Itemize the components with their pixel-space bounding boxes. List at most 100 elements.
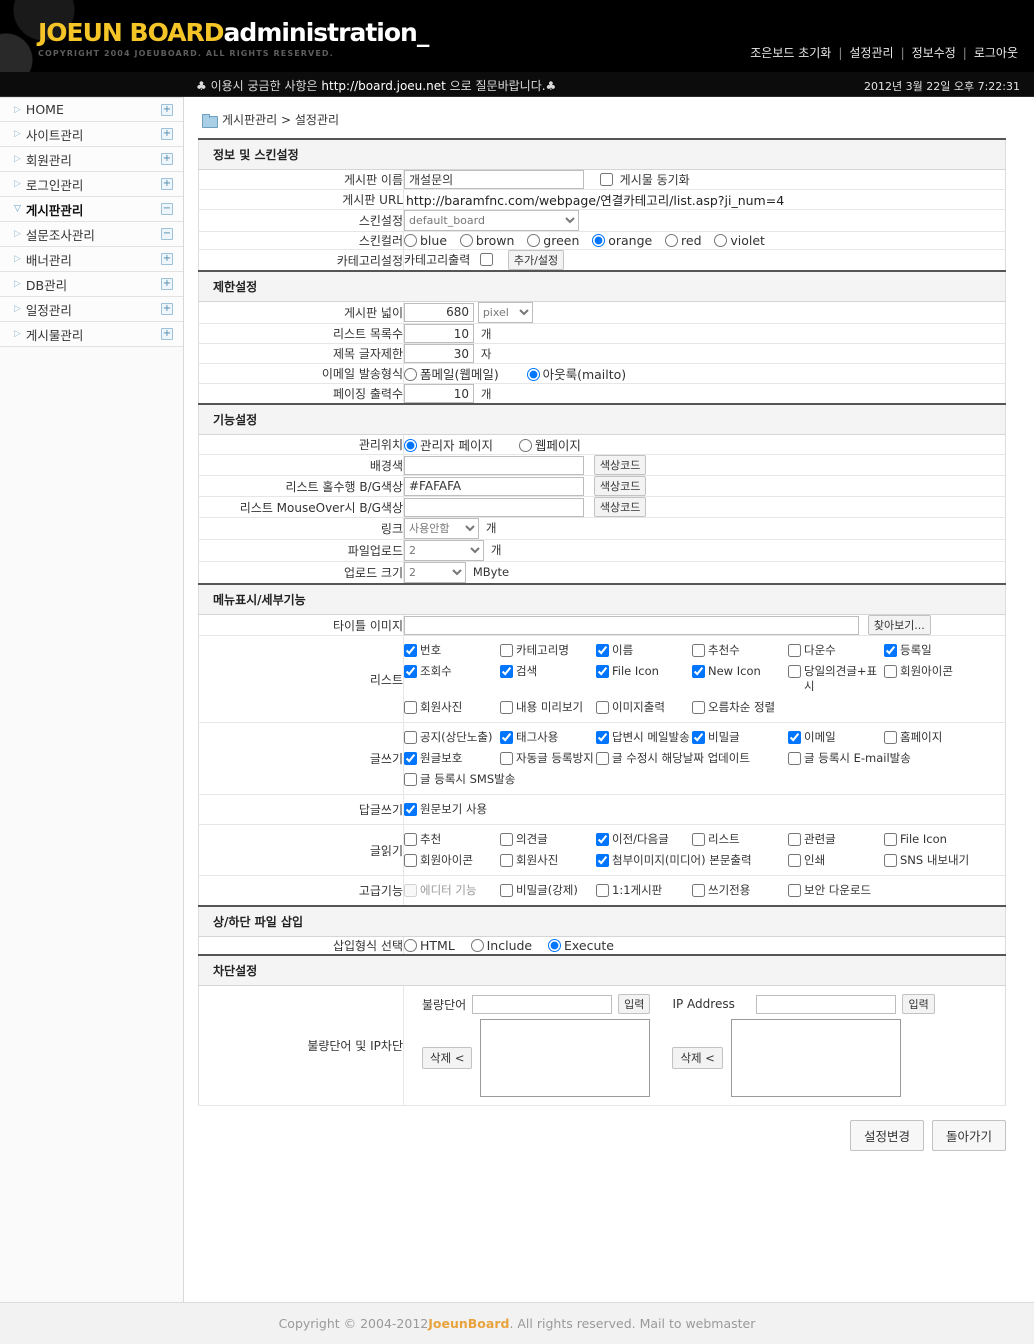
bad-word-add-button[interactable]: 입력 [618,994,651,1014]
mail-type-radio-mailto[interactable] [526,368,540,381]
insert-type-option-execute[interactable]: Execute [547,938,614,953]
nav-link-reset[interactable]: 조은보드 초기화 [750,46,831,60]
list-checkbox-file-icon[interactable] [596,665,609,678]
expand-toggle-icon[interactable]: + [161,128,173,140]
read-checkbox-file-icon[interactable] [884,833,897,846]
board-width-unit-select[interactable]: pixel [477,302,533,323]
reply-checkbox-original-view[interactable] [404,803,417,816]
list-option-name[interactable]: 이름 [596,640,692,661]
ip-delete-button[interactable]: 삭제 < [672,1047,723,1069]
read-checkbox-list[interactable] [692,833,705,846]
list-option-download[interactable]: 다운수 [788,640,884,661]
insert-type-radio-include[interactable] [470,939,484,952]
write-checkbox-sms-send[interactable] [404,773,417,786]
read-checkbox-prev-next[interactable] [596,833,609,846]
write-option-secret[interactable]: 비밀글 [692,727,788,748]
skin-color-option-green[interactable]: green [527,233,579,248]
list-option-image-output[interactable]: 이미지출력 [596,697,692,718]
sidebar-item-db[interactable]: ▷ DB관리 + [0,272,183,297]
expand-toggle-icon[interactable]: + [161,178,173,190]
advanced-checkbox-write-only[interactable] [692,884,705,897]
skin-color-option-red[interactable]: red [665,233,702,248]
sidebar-item-board[interactable]: ▽ 게시판관리 − [0,197,183,222]
read-option-attach-image[interactable]: 첨부이미지(미디어) 본문출력 [596,850,788,871]
title-image-input[interactable] [404,615,859,635]
list-checkbox-category[interactable] [500,644,513,657]
list-option-number[interactable]: 번호 [404,640,500,661]
sidebar-item-survey[interactable]: ▷ 설문조사관리 − [0,222,183,247]
skin-color-radio-blue[interactable] [404,234,417,247]
list-checkbox-today-comment[interactable] [788,665,801,678]
admin-position-option-web[interactable]: 웹페이지 [518,438,581,453]
bgcolor-input[interactable] [404,455,584,475]
sidebar-item-banner[interactable]: ▷ 배너관리 + [0,247,183,272]
sidebar-item-site[interactable]: ▷ 사이트관리 + [0,122,183,147]
file-upload-select[interactable]: 2 [404,540,484,561]
write-option-homepage[interactable]: 홈페이지 [884,727,980,748]
notice-url[interactable]: http://board.joeu.net [321,79,445,93]
mouseover-bg-input[interactable] [404,497,584,517]
read-checkbox-attach-image[interactable] [596,854,609,867]
list-option-file-icon[interactable]: File Icon [596,661,692,697]
write-option-antispam[interactable]: 자동글 등록방지 [500,748,596,769]
read-checkbox-member-photo[interactable] [500,854,513,867]
write-option-protect[interactable]: 원글보호 [404,748,500,769]
expand-toggle-icon[interactable]: + [161,303,173,315]
admin-position-radio-admin[interactable] [404,439,417,452]
nav-link-logout[interactable]: 로그아웃 [974,46,1018,60]
reply-option-original-view[interactable]: 원문보기 사용 [404,799,596,820]
sidebar-item-member[interactable]: ▷ 회원관리 + [0,147,183,172]
mail-type-option-mailto[interactable]: 아웃룩(mailto) [526,367,626,382]
list-checkbox-member-icon[interactable] [884,665,897,678]
expand-toggle-icon[interactable]: + [161,153,173,165]
read-option-print[interactable]: 인쇄 [788,850,884,871]
advanced-option-one-to-one[interactable]: 1:1게시판 [596,880,692,901]
bad-word-delete-button[interactable]: 삭제 < [422,1047,473,1069]
expand-toggle-icon[interactable]: + [161,278,173,290]
odd-row-bg-input[interactable] [404,476,584,496]
advanced-option-write-only[interactable]: 쓰기전용 [692,880,788,901]
ip-address-input[interactable] [756,994,897,1014]
skin-color-radio-violet[interactable] [714,234,728,247]
read-option-recommend[interactable]: 추천 [404,829,500,850]
list-checkbox-preview[interactable] [500,701,513,714]
write-checkbox-email-send[interactable] [788,752,801,765]
list-checkbox-views[interactable] [404,665,417,678]
advanced-checkbox-editor[interactable] [404,884,417,897]
collapse-toggle-icon[interactable]: − [161,203,173,215]
read-option-member-icon[interactable]: 회원아이콘 [404,850,500,871]
write-option-notice[interactable]: 공지(상단노출) [404,727,500,748]
write-checkbox-homepage[interactable] [884,731,897,744]
skin-color-radio-green[interactable] [527,234,541,247]
insert-type-radio-execute[interactable] [547,939,561,952]
list-checkbox-date[interactable] [884,644,897,657]
read-checkbox-sns[interactable] [884,854,897,867]
title-image-browse-button[interactable]: 찾아보기... [867,615,931,635]
list-option-views[interactable]: 조회수 [404,661,500,697]
insert-type-option-include[interactable]: Include [470,938,532,953]
skin-color-option-brown[interactable]: brown [459,233,514,248]
write-option-email[interactable]: 이메일 [788,727,884,748]
write-checkbox-reply-mail[interactable] [596,731,609,744]
list-checkbox-new-icon[interactable] [692,665,705,678]
list-checkbox-ascending[interactable] [692,701,705,714]
read-checkbox-comment[interactable] [500,833,513,846]
read-option-comment[interactable]: 의견글 [500,829,596,850]
list-option-new-icon[interactable]: New Icon [692,661,788,697]
skin-color-option-violet[interactable]: violet [714,233,765,248]
skin-color-radio-orange[interactable] [592,234,606,247]
admin-position-radio-web[interactable] [518,439,532,452]
list-option-ascending[interactable]: 오름차순 정렬 [692,697,884,718]
write-checkbox-email[interactable] [788,731,801,744]
odd-row-bg-picker-button[interactable]: 색상코드 [593,476,647,496]
list-checkbox-number[interactable] [404,644,417,657]
back-button[interactable]: 돌아가기 [931,1120,1006,1151]
read-option-related[interactable]: 관련글 [788,829,884,850]
list-checkbox-recommend[interactable] [692,644,705,657]
write-checkbox-notice[interactable] [404,731,417,744]
read-checkbox-related[interactable] [788,833,801,846]
list-option-member-photo[interactable]: 회원사진 [404,697,500,718]
write-option-tag[interactable]: 태그사용 [500,727,596,748]
admin-position-option-admin[interactable]: 관리자 페이지 [404,438,493,453]
advanced-checkbox-secure-download[interactable] [788,884,801,897]
